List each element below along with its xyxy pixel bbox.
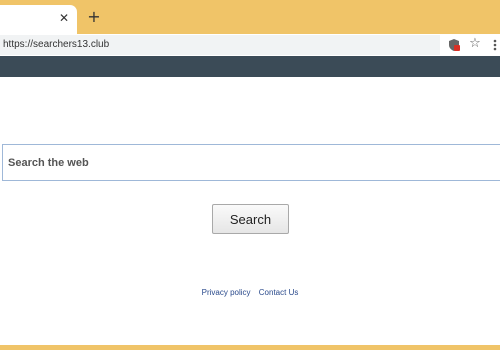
page-content: Search Privacy policy Contact Us xyxy=(0,77,500,345)
privacy-policy-link[interactable]: Privacy policy xyxy=(202,288,251,297)
search-button[interactable]: Search xyxy=(212,204,289,234)
browser-toolbar: https://searchers13.club ☆ xyxy=(0,34,500,56)
browser-tab[interactable]: ✕ xyxy=(0,5,77,34)
footer-links: Privacy policy Contact Us xyxy=(0,287,500,299)
tab-strip: ✕ + xyxy=(0,0,500,34)
site-header-bar xyxy=(0,56,500,77)
close-icon[interactable]: ✕ xyxy=(57,11,71,25)
menu-icon[interactable] xyxy=(490,38,500,52)
window-bottom-border xyxy=(0,345,500,350)
new-tab-icon[interactable]: + xyxy=(84,7,104,27)
bookmark-star-icon[interactable]: ☆ xyxy=(468,36,482,52)
search-input[interactable] xyxy=(2,144,500,181)
address-bar[interactable]: https://searchers13.club xyxy=(0,35,440,55)
contact-us-link[interactable]: Contact Us xyxy=(259,288,299,297)
extension-shield-icon[interactable] xyxy=(448,38,460,52)
